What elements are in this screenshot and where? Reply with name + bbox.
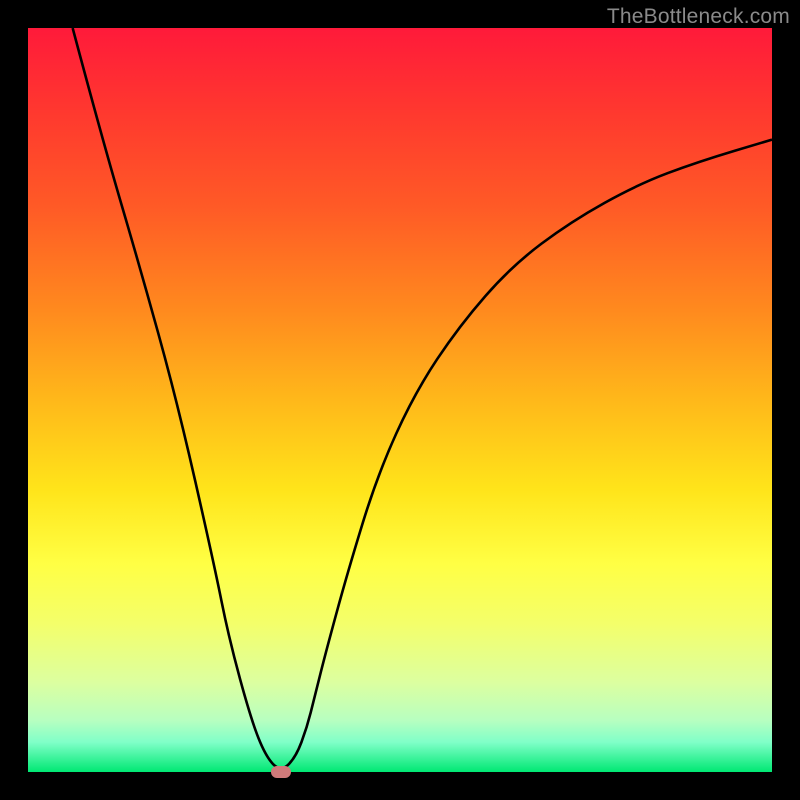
plot-area: [28, 28, 772, 772]
watermark-text: TheBottleneck.com: [607, 5, 790, 29]
chart-frame: TheBottleneck.com: [0, 0, 800, 800]
optimal-point-marker: [271, 766, 291, 778]
bottleneck-curve: [73, 28, 772, 768]
curve-svg: [28, 28, 772, 772]
